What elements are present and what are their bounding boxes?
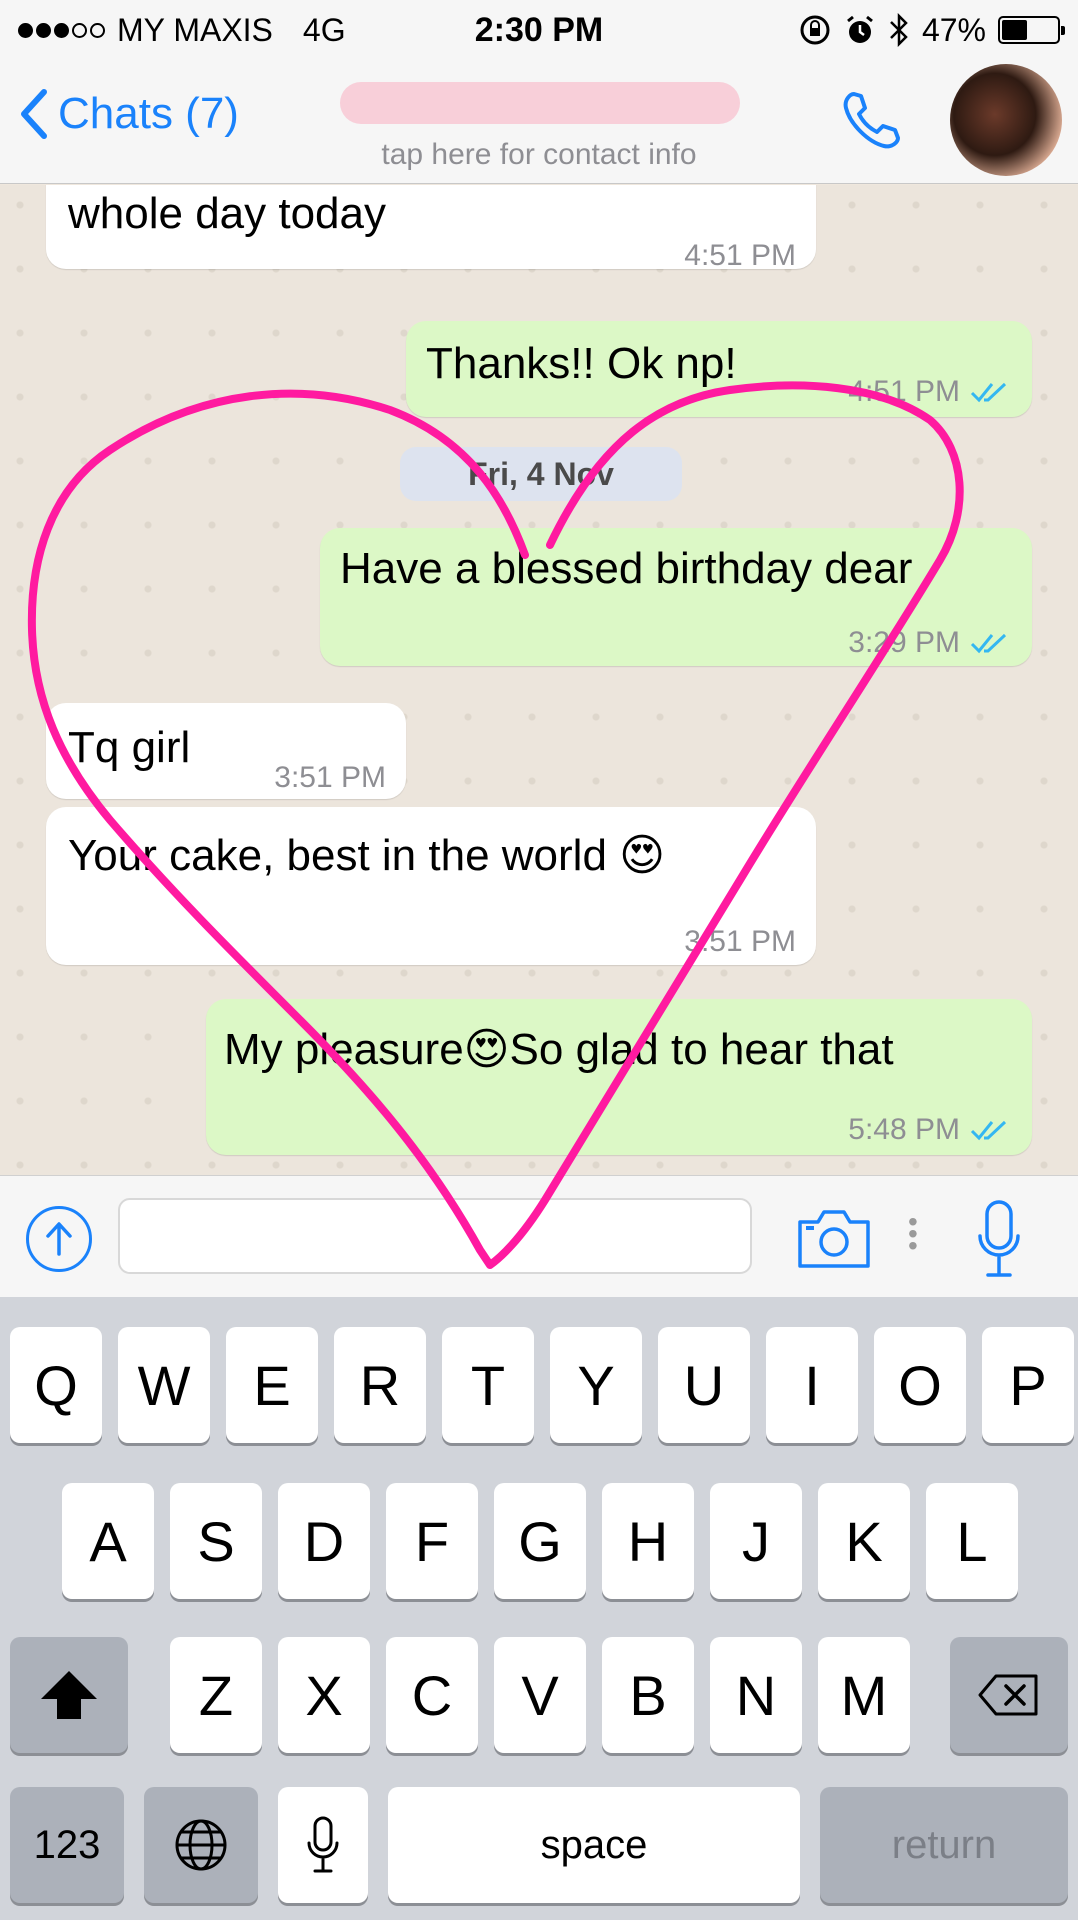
arrow-up-icon xyxy=(46,1222,72,1256)
microphone-icon xyxy=(307,1816,339,1873)
shift-arrow-icon xyxy=(41,1671,97,1719)
message-text: Have a blessed birthday dear xyxy=(340,544,913,593)
date-divider: Fri, 4 Nov xyxy=(400,447,682,501)
key-h[interactable]: H xyxy=(602,1483,694,1599)
bluetooth-icon xyxy=(890,13,908,47)
message-time: 3:51 PM xyxy=(274,761,386,794)
key-s[interactable]: S xyxy=(170,1483,262,1599)
contact-name-redacted[interactable] xyxy=(340,82,740,124)
read-receipt-icon xyxy=(970,1120,1007,1141)
message-text: Thanks!! Ok np! xyxy=(426,339,737,388)
dictation-key[interactable] xyxy=(278,1787,368,1903)
key-r[interactable]: R xyxy=(334,1327,426,1443)
key-j[interactable]: J xyxy=(710,1483,802,1599)
space-key[interactable]: space xyxy=(388,1787,800,1903)
contact-avatar[interactable] xyxy=(950,64,1062,176)
message-text: Tq girl xyxy=(68,723,191,772)
message-bubble-outgoing[interactable]: My pleasure😍So glad to hear that 5:48 PM xyxy=(206,999,1032,1155)
globe-icon xyxy=(175,1819,227,1871)
key-a[interactable]: A xyxy=(62,1483,154,1599)
key-i[interactable]: I xyxy=(766,1327,858,1443)
globe-key[interactable] xyxy=(144,1787,258,1903)
composer-bar: • • • xyxy=(0,1175,1078,1297)
message-bubble-outgoing[interactable]: Have a blessed birthday dear 3:29 PM xyxy=(320,528,1032,666)
read-receipt-icon xyxy=(970,382,1007,403)
contact-info-hint[interactable]: tap here for contact info xyxy=(0,138,1078,172)
microphone-icon[interactable] xyxy=(976,1198,1022,1280)
status-bar: MY MAXIS 4G 2:30 PM 47% xyxy=(0,0,1078,60)
key-v[interactable]: V xyxy=(494,1637,586,1753)
status-left: MY MAXIS 4G xyxy=(18,12,346,49)
camera-icon[interactable] xyxy=(796,1206,872,1270)
message-bubble-incoming[interactable]: Tq girl 3:51 PM xyxy=(46,703,406,799)
key-m[interactable]: M xyxy=(818,1637,910,1753)
phone-call-icon[interactable] xyxy=(838,86,908,156)
battery-icon xyxy=(998,16,1065,44)
key-o[interactable]: O xyxy=(874,1327,966,1443)
backspace-icon xyxy=(978,1674,1038,1716)
key-k[interactable]: K xyxy=(818,1483,910,1599)
signal-strength-icon xyxy=(18,22,105,38)
network-type: 4G xyxy=(302,11,346,48)
message-bubble-incoming[interactable]: Your cake, best in the world 😍 3:51 PM xyxy=(46,807,816,965)
key-t[interactable]: T xyxy=(442,1327,534,1443)
attach-button[interactable] xyxy=(26,1206,92,1272)
message-bubble-incoming[interactable]: whole day today 4:51 PM xyxy=(46,185,816,272)
alarm-icon xyxy=(847,15,873,43)
message-time-row: 3:29 PM xyxy=(848,616,1012,670)
message-time-row: 5:48 PM xyxy=(848,1103,1012,1157)
rotation-lock-icon xyxy=(800,15,830,45)
chat-header: Chats (7) tap here for contact info xyxy=(0,60,1078,184)
key-e[interactable]: E xyxy=(226,1327,318,1443)
message-input[interactable] xyxy=(118,1198,752,1274)
battery-percent: 47% xyxy=(921,11,986,48)
delete-key[interactable] xyxy=(950,1637,1068,1753)
return-key[interactable]: return xyxy=(820,1787,1068,1903)
message-time: 3:51 PM xyxy=(684,925,796,958)
message-list[interactable]: whole day today 4:51 PM Thanks!! Ok np! … xyxy=(0,185,1078,1175)
message-time: 5:48 PM xyxy=(848,1113,960,1146)
key-n[interactable]: N xyxy=(710,1637,802,1753)
key-p[interactable]: P xyxy=(982,1327,1074,1443)
back-button[interactable]: Chats (7) xyxy=(18,88,239,140)
back-label: Chats (7) xyxy=(58,89,239,138)
key-f[interactable]: F xyxy=(386,1483,478,1599)
message-text: Your cake, best in the world 😍 xyxy=(68,831,666,880)
message-text: whole day today xyxy=(68,189,386,238)
numbers-key[interactable]: 123 xyxy=(10,1787,124,1903)
message-time: 4:51 PM xyxy=(848,375,960,408)
shift-key[interactable] xyxy=(10,1637,128,1753)
carrier-name: MY MAXIS xyxy=(117,11,273,48)
key-q[interactable]: Q xyxy=(10,1327,102,1443)
key-b[interactable]: B xyxy=(602,1637,694,1753)
more-options-icon[interactable]: • • • xyxy=(908,1208,918,1260)
key-x[interactable]: X xyxy=(278,1637,370,1753)
message-time: 4:51 PM xyxy=(684,239,796,272)
key-d[interactable]: D xyxy=(278,1483,370,1599)
key-w[interactable]: W xyxy=(118,1327,210,1443)
key-z[interactable]: Z xyxy=(170,1637,262,1753)
chevron-left-icon xyxy=(21,89,47,139)
message-time-row: 4:51 PM xyxy=(848,365,1012,419)
key-u[interactable]: U xyxy=(658,1327,750,1443)
keyboard: 123 space return QWERTYUIOP ASDFGHJKL ZXCV… xyxy=(0,1297,1078,1920)
key-g[interactable]: G xyxy=(494,1483,586,1599)
read-receipt-icon xyxy=(970,633,1007,654)
key-c[interactable]: C xyxy=(386,1637,478,1753)
message-time: 3:29 PM xyxy=(848,626,960,659)
message-bubble-outgoing[interactable]: Thanks!! Ok np! 4:51 PM xyxy=(406,321,1032,417)
message-text: My pleasure😍So glad to hear that xyxy=(224,1025,894,1074)
status-right: 47% xyxy=(798,11,1065,49)
key-l[interactable]: L xyxy=(926,1483,1018,1599)
key-y[interactable]: Y xyxy=(550,1327,642,1443)
